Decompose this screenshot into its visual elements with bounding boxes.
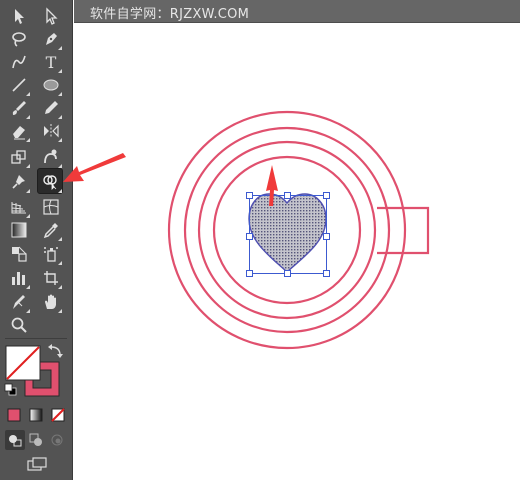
gradient-icon	[11, 222, 27, 238]
watermark-text: 软件自学网：RJZXW.COM	[90, 7, 250, 22]
curvature-icon	[12, 55, 26, 69]
curvature-tool[interactable]	[8, 51, 30, 73]
none-mode-icon[interactable]	[48, 405, 68, 425]
shape-builder-tool[interactable]	[37, 168, 63, 194]
selection-arrow-icon	[15, 9, 24, 24]
hand-tool[interactable]	[40, 291, 62, 313]
fill-swatch[interactable]	[5, 345, 41, 381]
cup-handle[interactable]	[377, 206, 430, 255]
handle-right	[323, 233, 330, 240]
reflect-tool[interactable]	[40, 120, 62, 142]
tools-panel: T	[0, 0, 73, 480]
mesh-tool[interactable]	[40, 196, 62, 218]
heart-shape[interactable]	[248, 193, 327, 273]
zoom-icon	[11, 317, 27, 333]
scale-tool[interactable]	[8, 146, 30, 168]
blend-tool[interactable]	[8, 243, 30, 265]
warp-tool[interactable]	[40, 146, 62, 168]
shape-builder-icon	[43, 175, 57, 190]
type-tool[interactable]: T	[40, 51, 62, 73]
eyedropper-tool[interactable]	[40, 219, 62, 241]
handle-top	[284, 192, 291, 199]
handle-top-left	[246, 192, 253, 199]
artboard-canvas[interactable]	[74, 23, 520, 480]
column-graph-tool[interactable]	[8, 267, 30, 289]
document-tab-bar: 软件自学网：RJZXW.COM	[74, 0, 520, 23]
handle-bottom	[284, 270, 291, 277]
perspective-grid-tool[interactable]	[8, 196, 30, 218]
blend-icon	[12, 246, 27, 262]
pen-tool[interactable]	[40, 28, 62, 50]
symbol-sprayer-tool[interactable]	[40, 243, 62, 265]
selection-tool[interactable]	[8, 5, 30, 27]
mesh-icon	[43, 199, 59, 215]
paintbrush-tool[interactable]	[8, 97, 30, 119]
puppet-warp-tool[interactable]	[8, 171, 30, 193]
line-segment-tool[interactable]	[8, 74, 30, 96]
fill-stroke-widget	[4, 344, 63, 397]
artboard-tool[interactable]	[40, 267, 62, 289]
handle-bottom-right	[323, 270, 330, 277]
svg-text:T: T	[46, 53, 57, 71]
magic-wand-icon	[12, 32, 26, 47]
slice-tool[interactable]	[8, 291, 30, 313]
draw-normal-icon[interactable]	[5, 430, 25, 450]
magic-wand-tool[interactable]	[8, 28, 30, 50]
eraser-tool[interactable]	[8, 120, 30, 142]
pencil-tool[interactable]	[40, 97, 62, 119]
draw-inside-icon[interactable]	[47, 430, 67, 450]
draw-behind-icon[interactable]	[26, 430, 46, 450]
zoom-tool[interactable]	[8, 314, 30, 336]
handle-left	[246, 233, 253, 240]
direct-selection-arrow-icon	[46, 7, 58, 25]
gradient-mode-icon[interactable]	[26, 405, 46, 425]
direct-selection-tool[interactable]	[40, 5, 62, 27]
default-colors-icon[interactable]	[4, 383, 17, 396]
color-mode-icon[interactable]	[4, 405, 24, 425]
screen-mode-icon[interactable]	[24, 454, 50, 474]
ellipse-tool[interactable]	[40, 74, 62, 96]
handle-bottom-left	[246, 270, 253, 277]
handle-top-right	[323, 192, 330, 199]
swap-arrows-icon[interactable]	[48, 344, 63, 358]
gradient-tool[interactable]	[8, 219, 30, 241]
